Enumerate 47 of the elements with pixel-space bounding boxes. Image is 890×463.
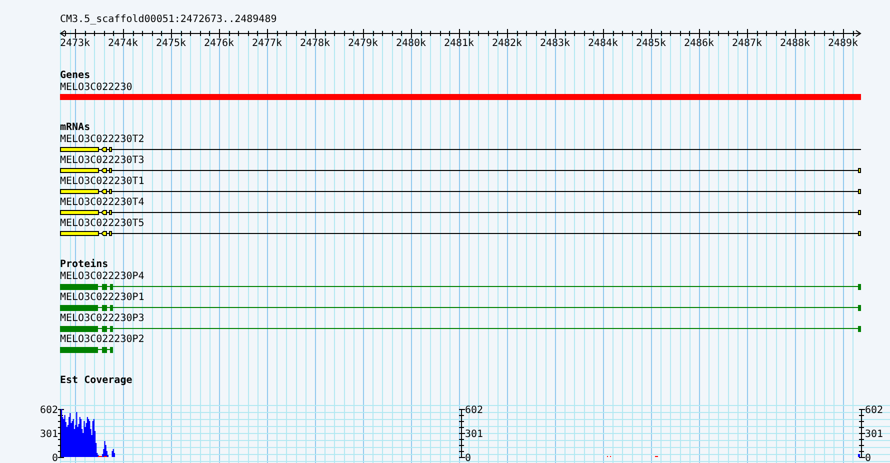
ruler-tick-label: 2482k bbox=[492, 38, 522, 49]
ruler-tick-label: 2474k bbox=[108, 38, 138, 49]
ruler-tick-label: 2473k bbox=[60, 38, 90, 49]
ruler-tick-label: 2481k bbox=[444, 38, 474, 49]
axis-label: 602 bbox=[865, 405, 884, 416]
axis-label: 0 bbox=[865, 453, 872, 463]
feature-label: MELO3C022230P3 bbox=[60, 313, 144, 325]
ruler-tick-label: 2487k bbox=[732, 38, 762, 49]
ruler-tick-label: 2477k bbox=[252, 38, 282, 49]
axis-label: 602 bbox=[40, 405, 58, 416]
feature-label: MELO3C022230T1 bbox=[60, 176, 144, 188]
feature-label: MELO3C022230T4 bbox=[60, 197, 144, 209]
coverage-histogram-drawing bbox=[61, 409, 115, 457]
feature-label: MELO3C022230T3 bbox=[60, 155, 144, 167]
ruler-tick-label: 2480k bbox=[396, 38, 426, 49]
ruler-tick-label: 2489k bbox=[828, 38, 858, 49]
feature-label: MELO3C022230P2 bbox=[60, 334, 144, 346]
track-heading: Genes bbox=[60, 70, 90, 82]
ruler-tick-label: 2483k bbox=[540, 38, 570, 49]
coverage-axis bbox=[58, 408, 64, 458]
ruler-tick-label: 2476k bbox=[204, 38, 234, 49]
axis-label: 0 bbox=[52, 453, 58, 463]
axis-label: 301 bbox=[865, 429, 884, 440]
feature-label: MELO3C022230P1 bbox=[60, 292, 144, 304]
axis-label: 0 bbox=[465, 453, 472, 463]
track-heading: mRNAs bbox=[60, 122, 90, 134]
feature-label: MELO3C022230T2 bbox=[60, 134, 144, 146]
track-heading: Est Coverage bbox=[60, 375, 132, 387]
ruler-tick-label: 2478k bbox=[300, 38, 330, 49]
axis-label: 602 bbox=[465, 405, 484, 416]
feature-label: MELO3C022230 bbox=[60, 82, 132, 94]
coverage-mark bbox=[858, 454, 860, 457]
coverage-mark bbox=[655, 456, 658, 457]
ruler-tick-label: 2486k bbox=[684, 38, 714, 49]
ruler-tick-label: 2475k bbox=[156, 38, 186, 49]
coverage-axis bbox=[458, 408, 466, 458]
ruler-tick-label: 2485k bbox=[636, 38, 666, 49]
sequence-range-title: CM3.5_scaffold00051:2472673..2489489 bbox=[60, 14, 277, 26]
ruler-tick-label: 2479k bbox=[348, 38, 378, 49]
ruler-tick-label: 2488k bbox=[780, 38, 810, 49]
feature-label: MELO3C022230P4 bbox=[60, 271, 144, 283]
axis-label: 301 bbox=[465, 429, 484, 440]
axis-label: 301 bbox=[40, 429, 58, 440]
feature-label: MELO3C022230T5 bbox=[60, 218, 144, 230]
track-heading: Proteins bbox=[60, 259, 108, 271]
coverage-axis bbox=[858, 408, 866, 458]
ruler-tick-label: 2484k bbox=[588, 38, 618, 49]
